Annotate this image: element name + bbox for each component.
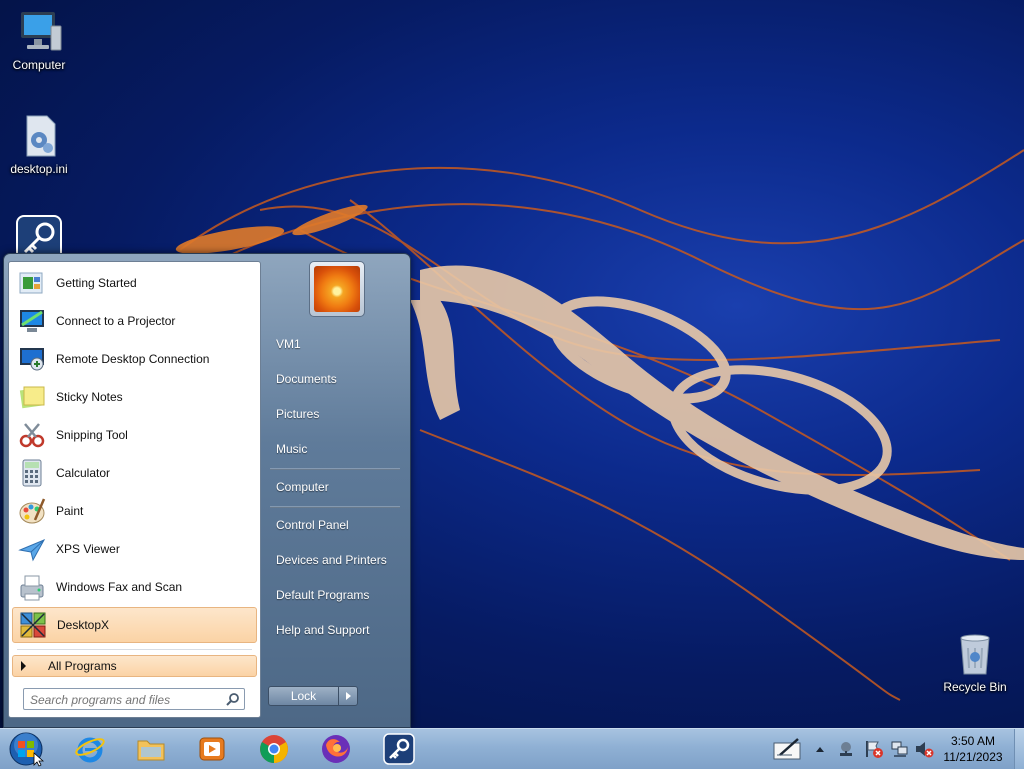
taskbar-media-player[interactable] [192, 732, 232, 766]
start-link-vm1[interactable]: VM1 [276, 337, 301, 351]
program-windows-fax-and-scan[interactable]: Windows Fax and Scan [12, 569, 257, 605]
program-desktopx[interactable]: DesktopX [12, 607, 257, 643]
program-label: Connect to a Projector [56, 314, 176, 328]
taskbar-internet-explorer[interactable] [70, 732, 110, 766]
program-calculator[interactable]: Calculator [12, 455, 257, 491]
start-link-control-panel[interactable]: Control Panel [276, 518, 349, 532]
show-hidden-icons-icon [816, 747, 824, 752]
windows-orb-icon [9, 732, 45, 767]
program-sticky-notes[interactable]: Sticky Notes [12, 379, 257, 415]
lock-button-group: Lock [268, 686, 358, 706]
xps-viewer-icon [14, 533, 50, 565]
desktop-icon-label: desktop.ini [10, 162, 68, 176]
start-link-default-programs[interactable]: Default Programs [276, 588, 369, 602]
taskbar-firefox[interactable] [316, 732, 356, 766]
program-label: Windows Fax and Scan [56, 580, 183, 594]
pinned-programs-list: Getting Started Connect to a Projector R… [12, 265, 257, 645]
media-player-icon [199, 737, 225, 761]
recycle-bin-icon [951, 630, 999, 678]
clock-time: 3:50 AM [950, 734, 996, 748]
shutdown-options-button[interactable] [339, 687, 357, 705]
fax-icon [14, 571, 50, 603]
clock-date: 11/21/2023 [943, 750, 1003, 764]
programs-divider [17, 649, 252, 650]
right-pane-divider [270, 506, 400, 508]
start-link-devices-and-printers[interactable]: Devices and Printers [276, 553, 387, 567]
sticky-notes-icon [14, 381, 50, 413]
internet-explorer-icon [75, 737, 105, 763]
start-link-documents[interactable]: Documents [276, 372, 337, 386]
program-label: Snipping Tool [56, 428, 128, 442]
arrow-right-icon [21, 661, 26, 671]
program-connect-to-projector[interactable]: Connect to a Projector [12, 303, 257, 339]
program-snipping-tool[interactable]: Snipping Tool [12, 417, 257, 453]
remote-desktop-icon [14, 343, 50, 375]
program-label: Paint [56, 504, 84, 518]
show-desktop-button[interactable] [1014, 729, 1024, 769]
start-link-pictures[interactable]: Pictures [276, 407, 319, 421]
computer-icon [15, 8, 63, 56]
tray-pen-input[interactable] [772, 735, 804, 763]
program-label: XPS Viewer [56, 542, 120, 556]
program-getting-started[interactable]: Getting Started [12, 265, 257, 301]
program-label: Getting Started [56, 276, 137, 290]
paint-palette-icon [14, 495, 50, 527]
desktop-icon-desktop-ini[interactable]: desktop.ini [1, 112, 77, 176]
show-hidden-icons-button[interactable] [814, 743, 826, 755]
desktop-icon-label: Recycle Bin [943, 680, 1007, 694]
lock-button[interactable]: Lock [269, 687, 339, 705]
program-label: Remote Desktop Connection [56, 352, 210, 366]
taskbar-chrome[interactable] [254, 732, 294, 766]
tray-action-center[interactable] [864, 739, 884, 759]
file-explorer-icon [137, 740, 165, 761]
calculator-icon [14, 457, 50, 489]
clock[interactable]: 3:50 AM 11/21/2023 [940, 733, 1006, 765]
start-button[interactable] [8, 731, 45, 767]
settings-file-icon [15, 112, 63, 160]
taskbar: 3:50 AM 11/21/2023 [0, 728, 1024, 769]
user-account-picture[interactable] [309, 261, 365, 317]
start-menu-programs-pane: Getting Started Connect to a Projector R… [8, 261, 261, 718]
program-label: DesktopX [57, 618, 110, 632]
scissors-icon [14, 419, 50, 451]
firefox-icon [322, 735, 350, 763]
start-link-music[interactable]: Music [276, 442, 307, 456]
desktop-icon-recycle-bin[interactable]: Recycle Bin [937, 630, 1013, 694]
search-programs-box[interactable] [23, 688, 245, 710]
start-link-computer[interactable]: Computer [276, 480, 329, 494]
desktopx-icon [15, 609, 51, 641]
right-pane-divider [270, 468, 400, 470]
chrome-icon [260, 735, 288, 763]
projector-icon [14, 305, 50, 337]
all-programs-label: All Programs [48, 659, 117, 673]
all-programs-button[interactable]: All Programs [12, 655, 257, 677]
getting-started-icon [14, 267, 50, 299]
taskbar-file-explorer[interactable] [131, 732, 171, 766]
search-icon[interactable] [226, 692, 240, 709]
volume-muted-icon [916, 742, 934, 758]
desktop-icon-computer[interactable]: Computer [1, 8, 77, 72]
tray-network-status[interactable] [890, 739, 910, 759]
program-xps-viewer[interactable]: XPS Viewer [12, 531, 257, 567]
tray-network[interactable] [836, 739, 856, 759]
program-paint[interactable]: Paint [12, 493, 257, 529]
start-menu: Getting Started Connect to a Projector R… [3, 253, 411, 728]
taskbar-keepass[interactable] [379, 732, 419, 766]
network-icon [840, 742, 852, 756]
flower-picture-icon [314, 266, 360, 312]
desktop-icon-label: Computer [12, 58, 66, 72]
program-label: Sticky Notes [56, 390, 123, 404]
program-label: Calculator [56, 466, 111, 480]
program-remote-desktop[interactable]: Remote Desktop Connection [12, 341, 257, 377]
tray-volume[interactable] [914, 739, 934, 759]
search-programs-input[interactable] [28, 691, 222, 709]
keepass-icon [383, 733, 415, 765]
arrow-right-icon [345, 692, 351, 700]
action-center-icon [866, 741, 883, 758]
start-link-help-and-support[interactable]: Help and Support [276, 623, 369, 637]
pen-input-icon [773, 738, 801, 760]
network-disconnected-icon [891, 741, 908, 757]
